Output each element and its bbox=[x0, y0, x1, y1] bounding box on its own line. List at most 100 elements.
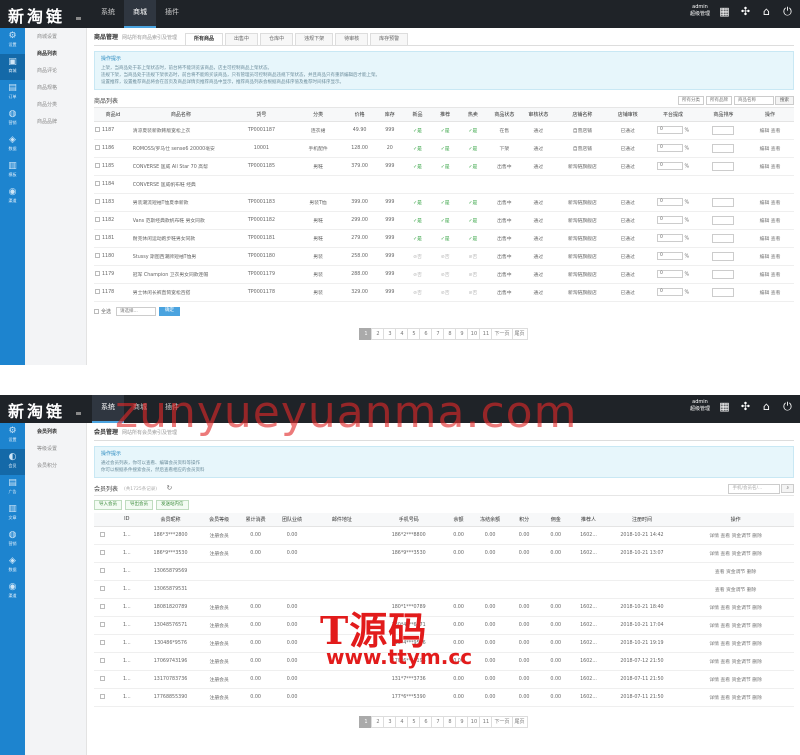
leftbar-settings[interactable]: ⚙ 设置 bbox=[0, 423, 25, 449]
tab-violation[interactable]: 违规下架 bbox=[295, 33, 334, 45]
commission-input[interactable]: 0 bbox=[656, 144, 683, 152]
category-select[interactable]: 所有分类 bbox=[678, 96, 704, 105]
tab-pending[interactable]: 待审核 bbox=[335, 33, 369, 45]
is-new-flag[interactable]: ✓是 bbox=[403, 211, 432, 230]
tab-on-sale[interactable]: 出售中 bbox=[225, 33, 259, 45]
calendar-icon[interactable]: ▦ bbox=[718, 5, 731, 18]
row-checkbox[interactable] bbox=[100, 658, 106, 663]
admin-badge[interactable]: admin 超级管理 bbox=[690, 4, 710, 18]
column-header[interactable]: 操作 bbox=[746, 108, 794, 122]
row-checkbox[interactable] bbox=[95, 271, 100, 276]
sort-input[interactable] bbox=[712, 125, 735, 135]
row-checkbox[interactable] bbox=[100, 586, 106, 591]
is-new-flag[interactable]: ✓是 bbox=[403, 121, 432, 140]
column-header[interactable]: 会员昵称 bbox=[140, 513, 201, 527]
power-icon[interactable]: ⏻ bbox=[781, 5, 794, 18]
subnav-item[interactable]: 商品评论 bbox=[25, 62, 86, 79]
row-checkbox[interactable] bbox=[95, 199, 100, 204]
column-header[interactable]: 操作 bbox=[677, 513, 794, 527]
leftbar-marketing[interactable]: ◍ 营销 bbox=[0, 106, 25, 132]
row-checkbox[interactable] bbox=[95, 145, 100, 150]
leftbar-members[interactable]: ◐ 会员 bbox=[0, 449, 25, 475]
leftbar-template[interactable]: ▥ 模板 bbox=[0, 158, 25, 184]
page-button[interactable]: 下一页 bbox=[491, 327, 513, 340]
is-hot-flag[interactable]: ✓是 bbox=[459, 211, 487, 230]
row-actions[interactable]: 编辑 查看 bbox=[746, 229, 794, 248]
leftbar-articles[interactable]: ▥ 文章 bbox=[0, 501, 25, 527]
row-actions[interactable]: 查看 资金调节 删除 bbox=[677, 562, 794, 581]
leftbar-marketing[interactable]: ◍ 营销 bbox=[0, 527, 25, 553]
leftbar-data[interactable]: ◈ 数据 bbox=[0, 553, 25, 579]
column-header[interactable]: 库存 bbox=[375, 108, 404, 122]
row-checkbox[interactable] bbox=[95, 217, 100, 222]
leftbar-channel[interactable]: ◉ 渠道 bbox=[0, 184, 25, 210]
is-hot-flag[interactable]: ✓是 bbox=[459, 193, 487, 212]
is-recommend-flag[interactable]: ⊘否 bbox=[431, 265, 460, 284]
export-members-button[interactable]: 导出会员 bbox=[125, 500, 153, 510]
topnav-mall[interactable]: 商城 bbox=[124, 0, 156, 28]
sort-input[interactable] bbox=[712, 251, 735, 261]
column-header[interactable]: 商品状态 bbox=[486, 108, 522, 122]
is-new-flag[interactable]: ⊘否 bbox=[403, 283, 432, 302]
leftbar-orders[interactable]: ▤ 订单 bbox=[0, 80, 25, 106]
row-checkbox[interactable] bbox=[100, 568, 106, 573]
is-recommend-flag[interactable]: ✓是 bbox=[431, 229, 460, 248]
brand-select[interactable]: 所有品牌 bbox=[706, 96, 732, 105]
is-recommend-flag[interactable]: ✓是 bbox=[431, 121, 460, 140]
column-header[interactable]: 冻结余额 bbox=[473, 513, 508, 527]
subnav-item-member-list[interactable]: 会员列表 bbox=[25, 423, 86, 440]
topnav-system[interactable]: 系统 bbox=[92, 0, 124, 28]
row-checkbox[interactable] bbox=[100, 676, 106, 681]
sort-input[interactable] bbox=[712, 233, 735, 243]
commission-input[interactable]: 0 bbox=[656, 198, 683, 206]
column-header[interactable]: 商品排序 bbox=[700, 108, 747, 122]
tab-stock-alert[interactable]: 库存预警 bbox=[370, 33, 409, 45]
topnav-plugins[interactable]: 插件 bbox=[156, 0, 188, 28]
row-checkbox[interactable] bbox=[100, 532, 106, 537]
sort-input[interactable] bbox=[712, 269, 735, 279]
subnav-item[interactable]: 商品规格 bbox=[25, 79, 86, 96]
send-message-button[interactable]: 发送站内信 bbox=[156, 500, 189, 510]
expand-icon[interactable]: ✣ bbox=[739, 5, 752, 18]
row-actions[interactable]: 编辑 查看 bbox=[746, 265, 794, 284]
column-header[interactable]: 分类 bbox=[292, 108, 344, 122]
is-hot-flag[interactable]: ✓是 bbox=[459, 139, 487, 158]
row-actions[interactable]: 详情 查看 资金调节 删除 bbox=[677, 544, 794, 563]
column-header[interactable]: 邮件地址 bbox=[310, 513, 374, 527]
subnav-item[interactable]: 等级设置 bbox=[25, 440, 86, 457]
row-checkbox[interactable] bbox=[95, 253, 100, 258]
import-members-button[interactable]: 导入会员 bbox=[94, 500, 122, 510]
column-header[interactable]: ID bbox=[113, 513, 141, 527]
keyword-input[interactable]: 商品名称 bbox=[734, 96, 774, 105]
leftbar-ads[interactable]: ▤ 广告 bbox=[0, 475, 25, 501]
member-search-input[interactable]: 手机/会员名/... bbox=[728, 483, 781, 494]
is-new-flag[interactable]: ⊘否 bbox=[403, 247, 432, 266]
row-checkbox[interactable] bbox=[95, 235, 100, 240]
is-new-flag[interactable]: ✓是 bbox=[403, 229, 432, 248]
home-icon[interactable]: ⌂ bbox=[760, 400, 773, 413]
column-header[interactable]: 价格 bbox=[343, 108, 376, 122]
column-header[interactable]: 商品名称 bbox=[131, 108, 230, 122]
column-header[interactable] bbox=[94, 513, 114, 527]
subnav-item[interactable]: 会员积分 bbox=[25, 457, 86, 474]
column-header[interactable]: 店铺审核 bbox=[610, 108, 646, 122]
is-hot-flag[interactable]: ⊘否 bbox=[459, 247, 487, 266]
row-actions[interactable]: 详情 查看 资金调节 删除 bbox=[677, 688, 794, 707]
column-header[interactable]: 手机号码 bbox=[373, 513, 444, 527]
row-actions[interactable]: 详情 查看 资金调节 删除 bbox=[677, 616, 794, 635]
row-checkbox[interactable] bbox=[95, 127, 100, 132]
column-header[interactable]: 会员等级 bbox=[200, 513, 238, 527]
is-recommend-flag[interactable]: ✓是 bbox=[431, 157, 460, 176]
page-button[interactable]: 尾页 bbox=[511, 327, 528, 340]
row-actions[interactable]: 详情 查看 资金调节 删除 bbox=[677, 526, 794, 545]
row-actions[interactable]: 详情 查看 资金调节 删除 bbox=[677, 634, 794, 653]
page-button[interactable]: 尾页 bbox=[511, 715, 528, 728]
subnav-item[interactable]: 商品分类 bbox=[25, 96, 86, 113]
column-header[interactable]: 平台提成 bbox=[645, 108, 701, 122]
is-new-flag[interactable]: ⊘否 bbox=[403, 265, 432, 284]
column-header[interactable]: 新品 bbox=[403, 108, 432, 122]
tab-warehouse[interactable]: 仓库中 bbox=[260, 33, 294, 45]
column-header[interactable]: 团队业绩 bbox=[273, 513, 311, 527]
is-new-flag[interactable]: ✓是 bbox=[403, 193, 432, 212]
row-checkbox[interactable] bbox=[100, 622, 106, 627]
